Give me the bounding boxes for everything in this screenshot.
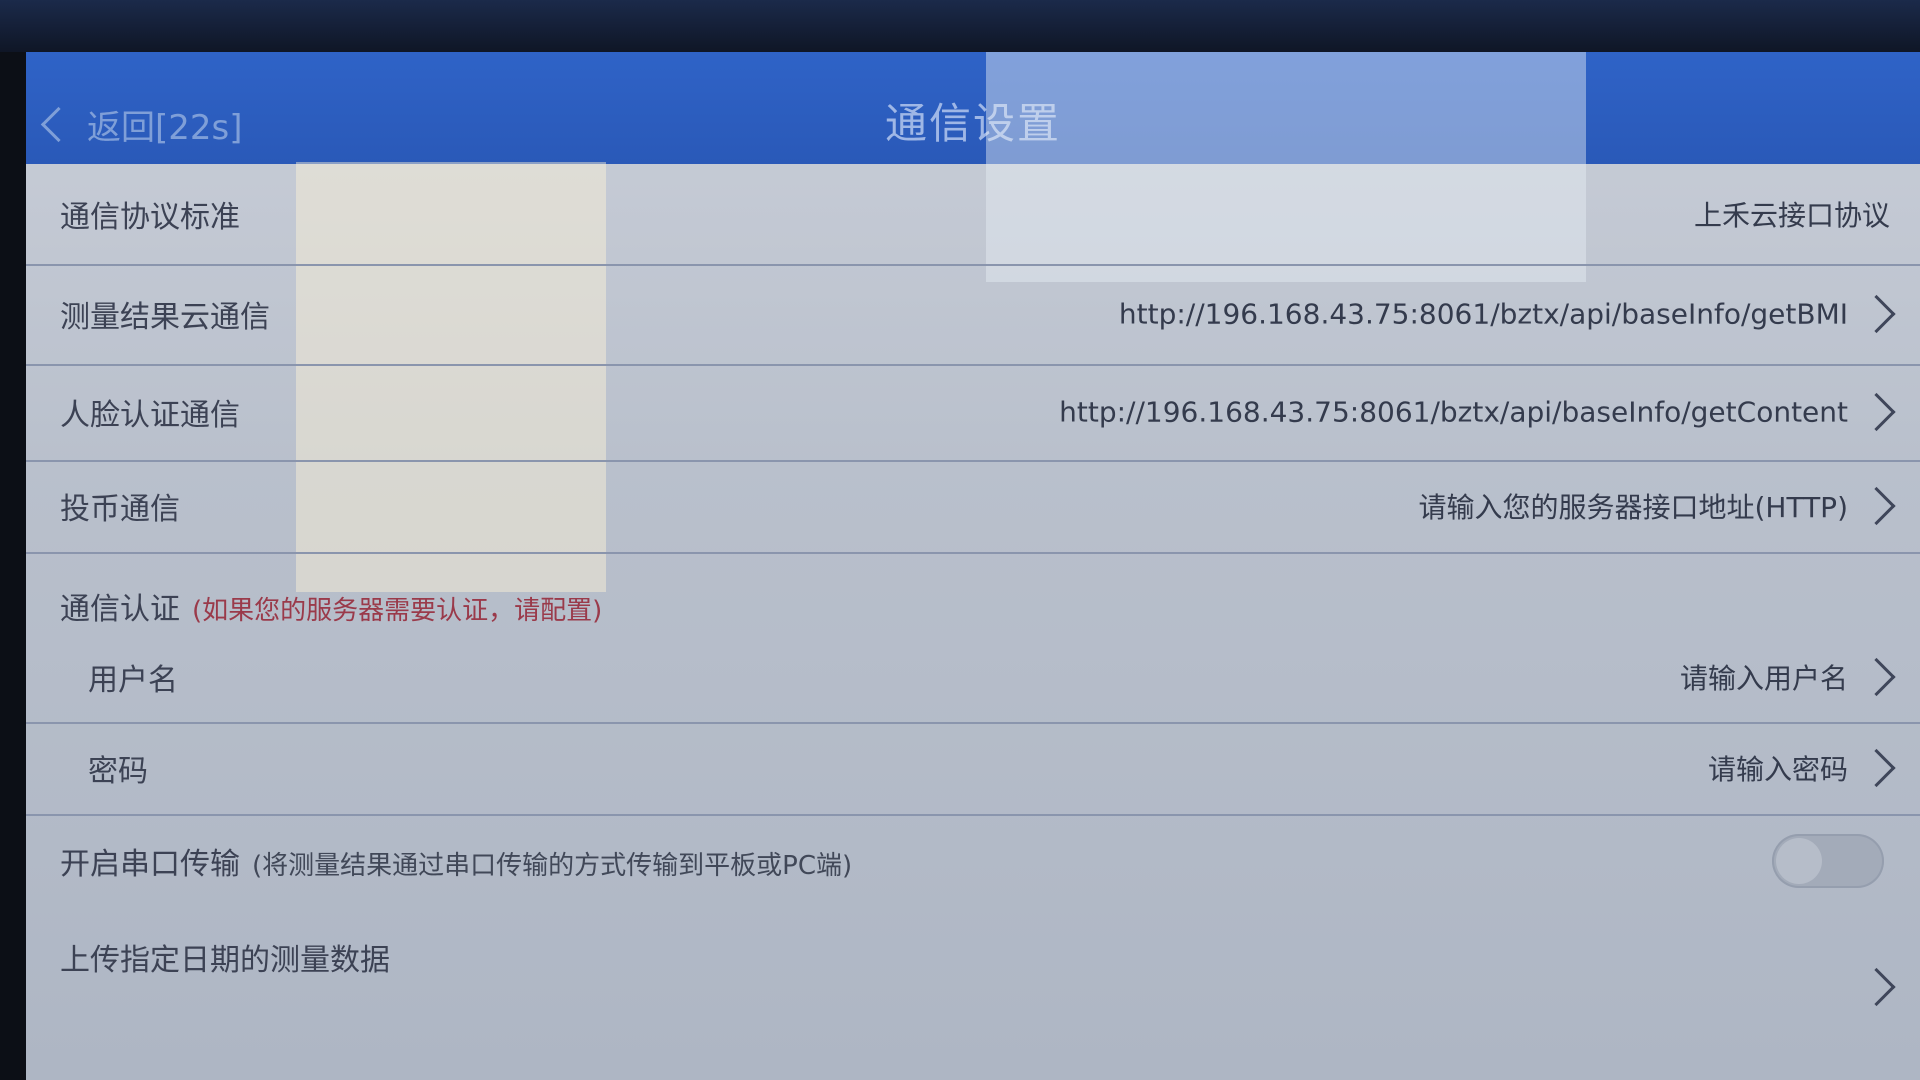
row-cloud-label: 测量结果云通信 [60, 300, 270, 335]
row-face-value: http://196.168.43.75:8061/bztx/api/baseI… [1059, 395, 1848, 429]
header-bar: 返回[22s] 通信设置 [26, 52, 1920, 164]
auth-section-header: 通信认证 (如果您的服务器需要认证，请配置) [60, 584, 602, 628]
password-field[interactable]: 请输入密码 [1708, 748, 1848, 788]
row-coin-value: 请输入您的服务器接口地址(HTTP) [1418, 491, 1848, 524]
row-face-label: 人脸认证通信 [60, 398, 240, 433]
row-username[interactable]: 用户名 请输入用户名 [26, 632, 1920, 724]
row-coin-label: 投币通信 [60, 492, 180, 527]
row-password[interactable]: 密码 请输入密码 [26, 722, 1920, 816]
row-upload-label: 上传指定日期的测量数据 [60, 942, 390, 978]
chevron-right-icon [1857, 294, 1896, 334]
device-bezel-left [0, 52, 26, 1080]
row-cloud-value: http://196.168.43.75:8061/bztx/api/baseI… [1118, 297, 1848, 331]
row-serial-transmission: 开启串口传输 (将测量结果通过串口传输的方式传输到平板或PC端) [26, 814, 1920, 908]
row-face-communication[interactable]: 人脸认证通信 http://196.168.43.75:8061/bztx/ap… [26, 364, 1920, 462]
row-upload-date-data[interactable]: 上传指定日期的测量数据 [26, 908, 1920, 1036]
chevron-right-icon [1857, 392, 1896, 432]
page-title: 通信设置 [884, 99, 1061, 148]
serial-label: 开启串口传输 [60, 847, 240, 882]
serial-toggle[interactable] [1772, 834, 1884, 888]
chevron-right-icon [1857, 486, 1896, 526]
chevron-right-icon [1857, 748, 1896, 788]
row-username-label: 用户名 [88, 663, 178, 698]
row-password-label: 密码 [88, 754, 148, 789]
serial-hint: (将测量结果通过串口传输的方式传输到平板或PC端) [252, 851, 853, 881]
toggle-knob [1776, 838, 1822, 884]
settings-screen: 返回[22s] 通信设置 通信协议标准 上禾云接口协议 测量结果云通信 http… [26, 52, 1920, 1080]
row-coin-communication[interactable]: 投币通信 请输入您的服务器接口地址(HTTP) [26, 460, 1920, 554]
row-serial-label: 开启串口传输 (将测量结果通过串口传输的方式传输到平板或PC端) [60, 839, 852, 883]
chevron-right-icon [1857, 657, 1896, 697]
row-cloud-communication[interactable]: 测量结果云通信 http://196.168.43.75:8061/bztx/a… [26, 264, 1920, 366]
auth-section-hint: (如果您的服务器需要认证，请配置) [192, 596, 603, 626]
row-protocol-value: 上禾云接口协议 [1693, 199, 1890, 232]
chevron-right-icon [1857, 968, 1896, 1007]
device-bezel-top [0, 0, 1920, 52]
row-protocol[interactable]: 通信协议标准 上禾云接口协议 [26, 164, 1920, 266]
row-protocol-label: 通信协议标准 [60, 200, 240, 235]
auth-section-label: 通信认证 [60, 592, 180, 627]
username-field[interactable]: 请输入用户名 [1680, 657, 1848, 697]
